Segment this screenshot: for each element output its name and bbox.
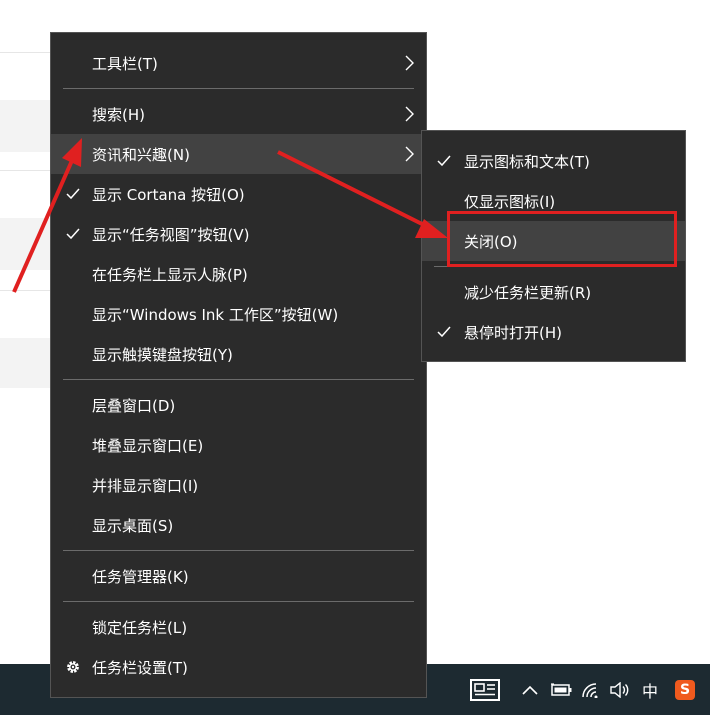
submenu-item-reduce-updates[interactable]: 减少任务栏更新(R) (422, 272, 685, 312)
menu-separator (63, 379, 414, 380)
background-divider (0, 52, 52, 53)
background-row (0, 218, 52, 270)
menu-item-side-by-side-windows[interactable]: 并排显示窗口(I) (51, 465, 426, 505)
background-divider (0, 170, 52, 171)
network-button[interactable] (578, 664, 604, 715)
menu-item-news-and-interests[interactable]: 资讯和兴趣(N) (51, 134, 426, 174)
submenu-separator (434, 266, 673, 267)
menu-item-search[interactable]: 搜索(H) (51, 94, 426, 134)
checkmark-icon (66, 188, 80, 200)
chevron-up-icon (522, 685, 538, 695)
taskbar-context-menu: 工具栏(T) 搜索(H) 资讯和兴趣(N) 显示 Cortana 按钮(O) 显… (50, 32, 427, 698)
menu-item-label: 任务管理器(K) (92, 567, 189, 586)
menu-separator (63, 88, 414, 89)
menu-item-label: 工具栏(T) (92, 54, 158, 73)
sogou-ime-button[interactable]: S (670, 664, 700, 715)
submenu-item-label: 显示图标和文本(T) (464, 152, 590, 171)
battery-button[interactable] (548, 664, 574, 715)
volume-button[interactable] (606, 664, 632, 715)
menu-item-label: 显示“任务视图”按钮(V) (92, 225, 250, 244)
show-hidden-icons-button[interactable] (518, 664, 542, 715)
menu-item-show-desktop[interactable]: 显示桌面(S) (51, 505, 426, 545)
wifi-icon (582, 682, 598, 698)
menu-separator (63, 601, 414, 602)
submenu-item-label: 减少任务栏更新(R) (464, 283, 592, 302)
menu-item-label: 显示桌面(S) (92, 516, 174, 535)
menu-item-stack-windows[interactable]: 堆叠显示窗口(E) (51, 425, 426, 465)
menu-item-show-cortana[interactable]: 显示 Cortana 按钮(O) (51, 174, 426, 214)
menu-item-show-people[interactable]: 在任务栏上显示人脉(P) (51, 254, 426, 294)
menu-item-label: 搜索(H) (92, 105, 145, 124)
menu-item-label: 任务栏设置(T) (92, 658, 188, 677)
sogou-icon-label: S (679, 681, 691, 698)
submenu-item-show-icon-and-text[interactable]: 显示图标和文本(T) (422, 141, 685, 181)
battery-icon (551, 682, 572, 696)
menu-item-show-task-view[interactable]: 显示“任务视图”按钮(V) (51, 214, 426, 254)
gear-icon (67, 661, 79, 673)
checkmark-icon (66, 228, 80, 240)
menu-item-label: 并排显示窗口(I) (92, 476, 199, 495)
input-method-button[interactable]: 中 (636, 664, 664, 715)
background-row (0, 338, 52, 388)
news-and-interests-button[interactable] (466, 664, 504, 715)
checkmark-icon (437, 155, 451, 167)
menu-item-label: 资讯和兴趣(N) (92, 145, 190, 164)
menu-item-label: 显示触摸键盘按钮(Y) (92, 345, 233, 364)
news-and-interests-submenu: 显示图标和文本(T) 仅显示图标(I) 关闭(O) 减少任务栏更新(R) 悬停时… (421, 130, 686, 362)
menu-item-toolbars[interactable]: 工具栏(T) (51, 43, 426, 83)
menu-item-cascade-windows[interactable]: 层叠窗口(D) (51, 385, 426, 425)
submenu-item-show-icon-only[interactable]: 仅显示图标(I) (422, 181, 685, 221)
submenu-item-label: 仅显示图标(I) (464, 192, 556, 211)
menu-item-label: 显示 Cortana 按钮(O) (92, 185, 245, 204)
menu-item-task-manager[interactable]: 任务管理器(K) (51, 556, 426, 596)
menu-item-label: 显示“Windows Ink 工作区”按钮(W) (92, 305, 339, 324)
menu-item-show-windows-ink[interactable]: 显示“Windows Ink 工作区”按钮(W) (51, 294, 426, 334)
sogou-icon: S (675, 679, 695, 700)
menu-item-label: 层叠窗口(D) (92, 396, 176, 415)
speaker-icon (610, 681, 629, 698)
menu-item-label: 在任务栏上显示人脉(P) (92, 265, 248, 284)
menu-item-label: 堆叠显示窗口(E) (92, 436, 204, 455)
menu-item-taskbar-settings[interactable]: 任务栏设置(T) (51, 647, 426, 687)
chevron-right-icon (405, 106, 414, 122)
background-row (0, 100, 52, 152)
submenu-item-label: 关闭(O) (464, 232, 518, 251)
checkmark-icon (437, 326, 451, 338)
ime-label: 中 (641, 681, 658, 701)
chevron-right-icon (405, 146, 414, 162)
background-divider (0, 290, 52, 291)
menu-item-lock-taskbar[interactable]: 锁定任务栏(L) (51, 607, 426, 647)
submenu-item-turn-off[interactable]: 关闭(O) (422, 221, 685, 261)
news-icon (470, 678, 500, 701)
menu-item-label: 锁定任务栏(L) (92, 618, 188, 637)
chevron-right-icon (405, 55, 414, 71)
submenu-item-open-on-hover[interactable]: 悬停时打开(H) (422, 312, 685, 352)
submenu-item-label: 悬停时打开(H) (464, 323, 562, 342)
menu-item-show-touch-keyboard[interactable]: 显示触摸键盘按钮(Y) (51, 334, 426, 374)
menu-separator (63, 550, 414, 551)
